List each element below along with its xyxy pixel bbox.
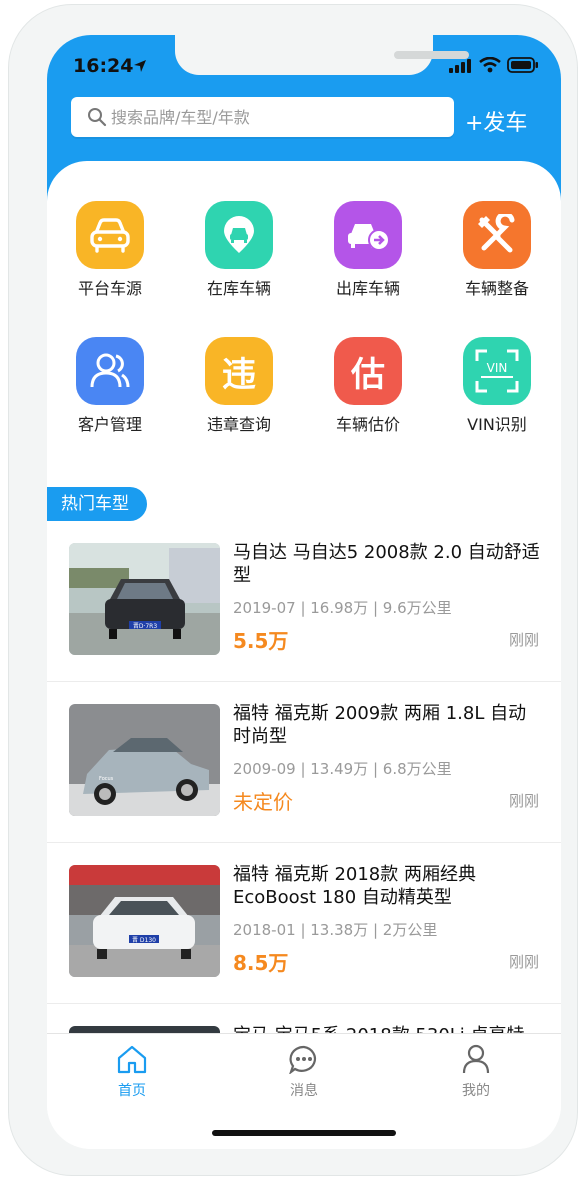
car-thumbnail: 晋 D130 [69, 865, 220, 977]
grid-label: VIN识别 [467, 415, 527, 434]
car-posted-time: 刚刚 [508, 631, 539, 649]
search-input[interactable] [111, 103, 441, 131]
customer-icon [76, 337, 144, 405]
home-icon [117, 1045, 147, 1074]
tab-label: 消息 [290, 1083, 318, 1099]
grid-item-out-stock[interactable]: 出库车辆 [313, 201, 423, 299]
grid-item-vin[interactable]: VIN VIN识别 [442, 337, 552, 435]
grid-label: 车辆整备 [464, 279, 529, 298]
valuation-glyph: 估 [351, 354, 385, 395]
vin-scan-icon: VIN [463, 337, 531, 405]
grid-label: 违章查询 [206, 415, 271, 434]
car-listing[interactable]: 晋D·7R3 马自达 马自达5 2008款 2.0 自动舒适型 2019-07 … [47, 521, 561, 682]
violation-icon: 违 [205, 337, 273, 405]
tab-messages[interactable]: 消息 [244, 1044, 364, 1100]
hot-models-tag: 热门车型 [47, 487, 147, 521]
vin-glyph: VIN [486, 361, 508, 375]
tools-icon [463, 201, 531, 269]
car-listing[interactable]: Focus 福特 福克斯 2009款 两厢 1.8L 自动时尚型 2009-09… [47, 682, 561, 843]
car-meta: 2009-09 | 13.49万 | 6.8万公里 [233, 760, 452, 778]
phone-screen: 16:24 +发车 [47, 35, 561, 1149]
message-icon [288, 1045, 316, 1075]
signal-icon [449, 59, 471, 73]
main-content: 平台车源 在库车辆 出库车辆 车辆整备 客户管理 违 违章查询 估 车辆估价 V… [47, 161, 561, 1138]
grid-label: 平台车源 [77, 279, 142, 298]
car-meta: 2018-01 | 13.38万 | 2万公里 [233, 921, 438, 939]
car-title: 福特 福克斯 2018款 两厢经典 EcoBoost 180 自动精英型 [233, 864, 476, 908]
car-exit-icon [334, 201, 402, 269]
battery-icon [507, 57, 538, 73]
phone-frame: 16:24 +发车 [8, 4, 578, 1176]
location-arrow-icon [134, 60, 146, 72]
car-price: 8.5万 [233, 951, 289, 975]
license-plate-text: 晋 D130 [132, 937, 156, 944]
car-title: 马自达 马自达5 2008款 2.0 自动舒适型 [233, 542, 540, 586]
car-price: 5.5万 [233, 629, 289, 653]
speaker [394, 51, 469, 59]
valuation-icon: 估 [334, 337, 402, 405]
profile-icon [462, 1044, 490, 1074]
car-pin-icon [205, 201, 273, 269]
grid-item-in-stock[interactable]: 在库车辆 [184, 201, 294, 299]
grid-label: 客户管理 [77, 415, 142, 434]
car-thumbnail: 晋D·7R3 [69, 543, 220, 655]
car-front-icon [76, 201, 144, 269]
grid-item-platform-cars[interactable]: 平台车源 [55, 201, 165, 299]
search-box[interactable] [71, 97, 454, 137]
grid-label: 车辆估价 [335, 415, 400, 434]
status-time: 16:24 [73, 55, 134, 77]
tab-bar: 首页 消息 我的 [47, 1033, 561, 1149]
wifi-icon [479, 57, 501, 73]
search-icon [88, 108, 107, 127]
car-posted-time: 刚刚 [508, 953, 539, 971]
license-plate-text: 晋D·7R3 [133, 623, 158, 630]
tab-label: 首页 [118, 1083, 146, 1099]
car-title: 福特 福克斯 2009款 两厢 1.8L 自动时尚型 [233, 703, 527, 747]
grid-item-customers[interactable]: 客户管理 [55, 337, 165, 435]
notch [175, 35, 469, 75]
grid-label: 在库车辆 [206, 279, 271, 298]
grid-item-violations[interactable]: 违 违章查询 [184, 337, 294, 435]
grid-label: 出库车辆 [335, 279, 400, 298]
tab-profile[interactable]: 我的 [416, 1044, 536, 1100]
grid-item-preparation[interactable]: 车辆整备 [442, 201, 552, 299]
car-posted-time: 刚刚 [508, 792, 539, 810]
tab-label: 我的 [462, 1083, 490, 1099]
violation-glyph: 违 [222, 354, 256, 395]
car-meta: 2019-07 | 16.98万 | 9.6万公里 [233, 599, 452, 617]
tab-home[interactable]: 首页 [72, 1044, 192, 1100]
car-price: 未定价 [233, 790, 293, 814]
license-plate-text: Focus [99, 776, 114, 782]
car-thumbnail: Focus [69, 704, 220, 816]
grid-item-valuation[interactable]: 估 车辆估价 [313, 337, 423, 435]
car-listing[interactable]: 晋 D130 福特 福克斯 2018款 两厢经典 EcoBoost 180 自动… [47, 843, 561, 1004]
post-car-button[interactable]: +发车 [465, 105, 527, 137]
home-indicator [212, 1130, 396, 1136]
